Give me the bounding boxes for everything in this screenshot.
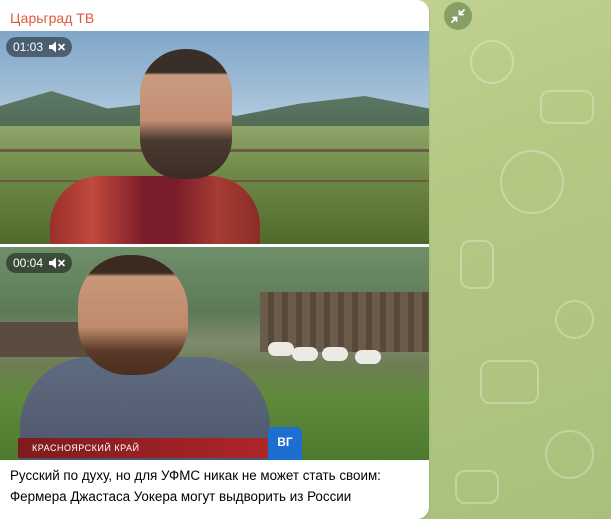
wallpaper-doodle [555,300,594,339]
collapse-button[interactable] [444,2,472,30]
collapse-arrows-icon [451,9,465,23]
caption-line: Русский по духу, но для УФМС никак не мо… [10,468,381,483]
video-duration: 00:04 [13,256,44,270]
message-caption: Русский по духу, но для УФМС никак не мо… [10,465,420,507]
wallpaper-doodle [545,430,594,479]
wallpaper-doodle [540,90,594,124]
wallpaper-doodle [460,240,494,289]
video-frame [355,350,381,364]
message-bubble: Царьград ТВ 01:03 КРАСНОЯРСКИЙ КРАЙ ВГ 0… [0,0,429,519]
video-1[interactable]: 01:03 [0,31,429,244]
video-frame [292,347,318,361]
muted-speaker-icon[interactable] [48,40,66,54]
video-duration: 01:03 [13,40,44,54]
video-duration-badge: 01:03 [6,37,73,57]
video-duration-badge: 00:04 [6,253,73,273]
wallpaper-doodle [480,360,539,404]
video-frame [322,347,348,361]
video-frame [78,255,188,375]
location-lower-third: КРАСНОЯРСКИЙ КРАЙ [18,438,282,458]
video-frame [140,49,232,179]
microphone-logo: ВГ [268,427,302,460]
video-frame [50,176,260,244]
wallpaper-doodle [470,40,514,84]
caption-line: Фермера Джастаса Уокера могут выдворить … [10,489,352,504]
muted-speaker-icon[interactable] [48,256,66,270]
video-2[interactable]: КРАСНОЯРСКИЙ КРАЙ ВГ 00:04 [0,247,429,460]
channel-name[interactable]: Царьград ТВ [10,9,94,27]
wallpaper-doodle [455,470,499,504]
wallpaper-doodle [500,150,564,214]
video-frame [268,342,294,356]
